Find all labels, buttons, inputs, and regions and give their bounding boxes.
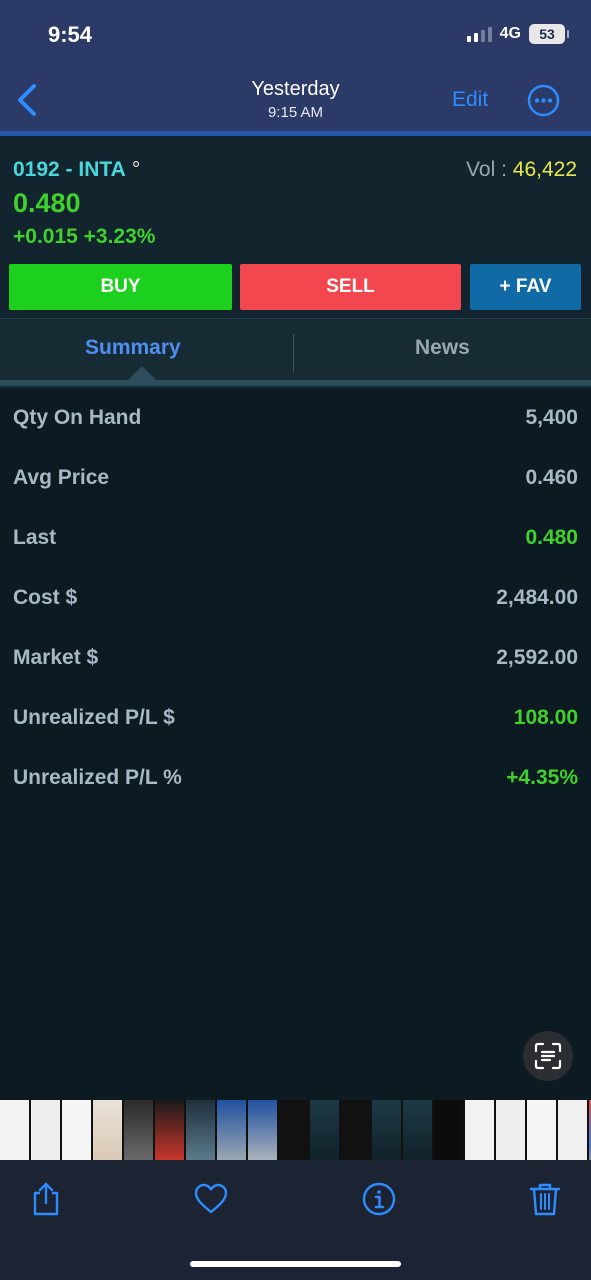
more-options-icon[interactable] (527, 84, 560, 117)
summary-value: +4.35% (506, 766, 578, 789)
photo-thumbnail[interactable] (434, 1100, 463, 1160)
photo-thumbnail[interactable] (31, 1100, 60, 1160)
summary-row-qty-on-hand: Qty On Hand 5,400 (0, 388, 591, 448)
summary-label: Unrealized P/L $ (13, 706, 175, 729)
summary-value: 108.00 (513, 706, 578, 729)
summary-label: Cost $ (13, 586, 78, 609)
stock-symbol: 0192 - INTA ° (13, 158, 141, 181)
home-indicator[interactable] (190, 1261, 401, 1267)
summary-label: Last (13, 526, 57, 549)
add-favorite-button[interactable]: + FAV (470, 264, 581, 310)
last-price: 0.480 (13, 188, 81, 218)
photo-thumbnail[interactable] (124, 1100, 153, 1160)
summary-row-last: Last 0.480 (0, 508, 591, 568)
tab-underline (0, 380, 591, 386)
nav-title: Yesterday (251, 78, 340, 100)
summary-row-market: Market $ 2,592.00 (0, 628, 591, 688)
photo-thumbnail[interactable] (248, 1100, 277, 1160)
active-tab-caret-icon (128, 366, 156, 380)
summary-label: Unrealized P/L % (13, 766, 182, 789)
summary-value: 0.480 (525, 526, 578, 549)
photo-thumbnail[interactable] (155, 1100, 184, 1160)
summary-row-unrealized-pl-pct: Unrealized P/L % +4.35% (0, 748, 591, 808)
summary-label: Avg Price (13, 466, 110, 489)
live-text-scan-button[interactable] (523, 1031, 573, 1081)
volume-value: 46,422 (512, 158, 577, 181)
summary-label: Qty On Hand (13, 406, 142, 429)
photo-thumbnail[interactable] (186, 1100, 215, 1160)
photo-thumbnail-strip[interactable] (0, 1100, 591, 1160)
tab-news[interactable]: News (415, 336, 470, 360)
nav-subtitle: 9:15 AM (267, 104, 324, 121)
summary-label: Market $ (13, 646, 99, 669)
status-time: 9:54 (48, 22, 93, 47)
symbol-status-mark: ° (131, 158, 141, 181)
photo-thumbnail[interactable] (403, 1100, 432, 1160)
status-indicators: 4G 53 (466, 24, 569, 44)
price-change: +0.015 +3.23% (13, 225, 156, 248)
summary-value: 2,484.00 (496, 586, 578, 609)
network-type: 4G (499, 25, 521, 42)
photo-viewer-header: 9:54 4G 53 Yesterday 9:15 AM Edit (0, 0, 591, 132)
battery-icon: 53 (529, 24, 569, 44)
photo-thumbnail[interactable] (372, 1100, 401, 1160)
summary-row-avg-price: Avg Price 0.460 (0, 448, 591, 508)
tab-bar: Summary News (0, 318, 591, 388)
trash-icon[interactable] (527, 1181, 563, 1217)
photo-thumbnail[interactable] (527, 1100, 556, 1160)
summary-value: 5,400 (525, 406, 578, 429)
photo-thumbnail[interactable] (558, 1100, 587, 1160)
photo-thumbnail[interactable] (465, 1100, 494, 1160)
summary-value: 0.460 (525, 466, 578, 489)
tab-summary[interactable]: Summary (85, 336, 181, 360)
photo-thumbnail[interactable] (279, 1100, 308, 1160)
text-scan-icon (534, 1042, 562, 1070)
photo-thumbnail[interactable] (217, 1100, 246, 1160)
photo-thumbnail[interactable] (62, 1100, 91, 1160)
summary-panel: Qty On Hand 5,400 Avg Price 0.460 Last 0… (0, 388, 591, 1100)
volume: Vol : 46,422 (466, 158, 577, 182)
cellular-signal-icon (466, 26, 492, 42)
buy-button[interactable]: BUY (9, 264, 232, 310)
volume-label: Vol : (466, 158, 507, 181)
photo-thumbnail[interactable] (310, 1100, 339, 1160)
summary-value: 2,592.00 (496, 646, 578, 669)
share-icon[interactable] (28, 1181, 64, 1217)
photo-thumbnail[interactable] (0, 1100, 29, 1160)
edit-button[interactable]: Edit (452, 88, 488, 112)
tab-divider (293, 334, 294, 372)
info-icon[interactable] (361, 1181, 397, 1217)
photo-thumbnail[interactable] (93, 1100, 122, 1160)
sell-button[interactable]: SELL (240, 264, 461, 310)
photo-thumbnail[interactable] (496, 1100, 525, 1160)
heart-icon[interactable] (193, 1181, 229, 1217)
photo-thumbnail[interactable] (341, 1100, 370, 1160)
summary-row-cost: Cost $ 2,484.00 (0, 568, 591, 628)
summary-row-unrealized-pl: Unrealized P/L $ 108.00 (0, 688, 591, 748)
